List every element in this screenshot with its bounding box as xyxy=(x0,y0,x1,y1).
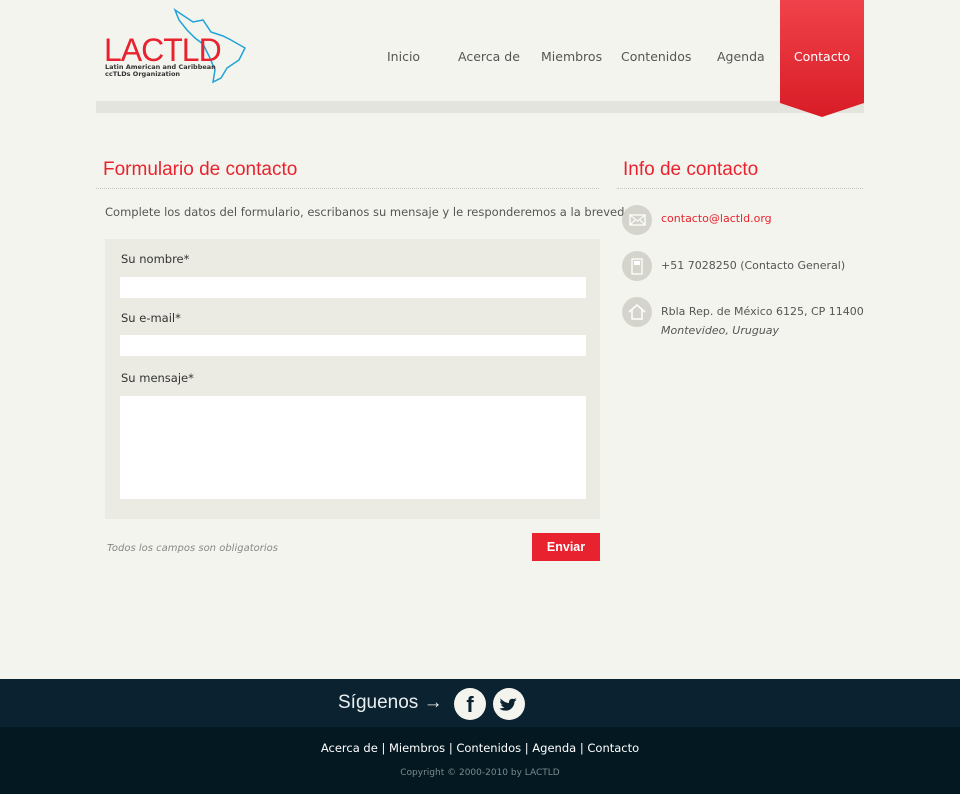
info-title: Info de contacto xyxy=(623,159,759,180)
required-note: Todos los campos son obligatorios xyxy=(107,543,278,554)
footer-link-contacto[interactable]: Contacto xyxy=(587,741,639,755)
divider xyxy=(96,188,599,189)
footer-link-contenidos[interactable]: Contenidos xyxy=(456,741,521,755)
home-icon xyxy=(622,297,652,327)
nav-contacto[interactable]: Contacto xyxy=(780,0,864,117)
phone-text: +51 7028250 (Contacto General) xyxy=(661,259,846,272)
envelope-icon xyxy=(622,205,652,235)
footer-link-miembros[interactable]: Miembros xyxy=(389,741,445,755)
message-label: Su mensaje* xyxy=(121,371,194,385)
email-input[interactable] xyxy=(120,335,586,356)
copyright: Copyright © 2000-2010 by LACTLD xyxy=(400,768,560,778)
divider xyxy=(617,188,863,189)
nav-agenda[interactable]: Agenda xyxy=(717,49,765,64)
address-text: Rbla Rep. de México 6125, CP 11400 xyxy=(661,305,864,318)
email-link[interactable]: contacto@lactld.org xyxy=(661,212,772,225)
nav-contenidos[interactable]: Contenidos xyxy=(621,49,691,64)
name-label: Su nombre* xyxy=(121,252,190,266)
email-label: Su e-mail* xyxy=(121,311,181,325)
form-intro: Complete los datos del formulario, escri… xyxy=(105,205,643,219)
city-text: Montevideo, Uruguay xyxy=(661,324,780,337)
form-title: Formulario de contacto xyxy=(103,159,298,180)
nav-inicio[interactable]: Inicio xyxy=(387,49,420,64)
message-textarea[interactable] xyxy=(120,396,586,499)
footer-link-agenda[interactable]: Agenda xyxy=(532,741,576,755)
name-input[interactable] xyxy=(120,277,586,298)
nav-miembros[interactable]: Miembros xyxy=(541,49,602,64)
nav-acerca-de[interactable]: Acerca de xyxy=(458,49,520,64)
follow-label: Síguenos → xyxy=(338,692,443,713)
phone-icon xyxy=(622,251,652,281)
footer-bottom xyxy=(0,727,960,794)
logo-subtitle: Latin American and Caribbean ccTLDs Organ… xyxy=(105,63,216,78)
submit-button[interactable]: Enviar xyxy=(532,533,600,561)
facebook-icon[interactable]: f xyxy=(454,688,486,720)
footer-links: Acerca de | Miembros | Contenidos | Agen… xyxy=(320,741,640,755)
header-bar xyxy=(96,101,864,113)
twitter-icon[interactable] xyxy=(493,688,525,720)
footer-link-acerca[interactable]: Acerca de xyxy=(321,741,382,755)
